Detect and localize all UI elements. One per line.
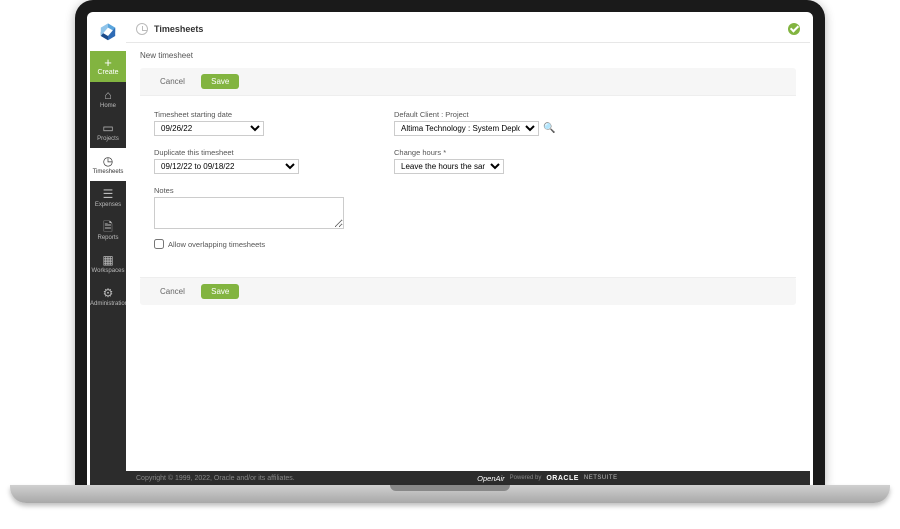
- starting-date-select[interactable]: 09/26/22: [154, 121, 264, 136]
- button-bar-bottom: Cancel Save: [140, 277, 796, 305]
- app-logo[interactable]: [90, 15, 126, 51]
- brand-netsuite: NETSUITE: [584, 475, 618, 481]
- laptop-notch: [390, 485, 510, 491]
- plus-icon: +: [90, 56, 126, 69]
- cancel-button-bottom[interactable]: Cancel: [152, 284, 193, 299]
- breadcrumb: New timesheet: [126, 43, 810, 68]
- form-column-right: Default Client : Project Altima Technolo…: [394, 106, 644, 249]
- cancel-button[interactable]: Cancel: [152, 74, 193, 89]
- create-label: Create: [90, 69, 126, 76]
- overlap-checkbox[interactable]: [154, 239, 164, 249]
- notes-label: Notes: [154, 186, 364, 195]
- button-bar-top: Cancel Save: [140, 68, 796, 96]
- clock-icon: ◷: [90, 155, 126, 167]
- copyright-text: Copyright © 1999, 2022, Oracle and/or it…: [136, 475, 295, 482]
- sidebar-item-label: Home: [90, 103, 126, 109]
- page-title: Timesheets: [154, 24, 203, 34]
- brand-openair: OpenAir: [477, 474, 505, 483]
- powered-by-text: Powered by: [510, 475, 542, 481]
- client-label: Default Client : Project: [394, 110, 644, 119]
- overlap-label: Allow overlapping timesheets: [168, 240, 265, 249]
- main-panel: Timesheets New timesheet Cancel Save Tim…: [126, 15, 810, 485]
- form-card: Cancel Save Timesheet starting date 09/2…: [140, 68, 796, 263]
- form-column-left: Timesheet starting date 09/26/22 Duplica…: [154, 106, 364, 249]
- sidebar-item-timesheets[interactable]: ◷ Timesheets: [90, 148, 126, 181]
- status-badge[interactable]: [788, 23, 800, 35]
- brand-oracle: ORACLE: [546, 475, 579, 482]
- sidebar-item-label: Projects: [90, 136, 126, 142]
- sidebar: + Create ⌂ Home ▭ Projects ◷ Timesheets …: [90, 15, 126, 485]
- home-icon: ⌂: [90, 89, 126, 101]
- sidebar-item-label: Administration: [90, 301, 126, 307]
- projects-icon: ▭: [90, 122, 126, 134]
- change-hours-label: Change hours *: [394, 148, 644, 157]
- sidebar-item-label: Reports: [90, 235, 126, 241]
- logo-icon: [96, 21, 120, 45]
- footer: Copyright © 1999, 2022, Oracle and/or it…: [126, 471, 810, 485]
- reports-icon: 🗎: [90, 221, 126, 233]
- sidebar-item-label: Timesheets: [90, 169, 126, 175]
- sidebar-item-administration[interactable]: ⚙ Administration: [90, 280, 126, 313]
- save-button[interactable]: Save: [201, 74, 239, 89]
- sidebar-item-workspaces[interactable]: ▦ Workspaces: [90, 247, 126, 280]
- form-body: Timesheet starting date 09/26/22 Duplica…: [140, 96, 796, 263]
- sidebar-item-label: Workspaces: [90, 268, 126, 274]
- sidebar-item-reports[interactable]: 🗎 Reports: [90, 214, 126, 247]
- gear-icon: ⚙: [90, 287, 126, 299]
- duplicate-label: Duplicate this timesheet: [154, 148, 364, 157]
- laptop-frame: + Create ⌂ Home ▭ Projects ◷ Timesheets …: [75, 0, 825, 485]
- notes-textarea[interactable]: [154, 197, 344, 229]
- clock-icon: [136, 23, 148, 35]
- duplicate-select[interactable]: 09/12/22 to 09/18/22: [154, 159, 299, 174]
- sidebar-item-home[interactable]: ⌂ Home: [90, 82, 126, 115]
- expenses-icon: ☰: [90, 188, 126, 200]
- client-project-select[interactable]: Altima Technology : System Deployment - …: [394, 121, 539, 136]
- starting-date-label: Timesheet starting date: [154, 110, 364, 119]
- page-header: Timesheets: [126, 15, 810, 43]
- sidebar-item-projects[interactable]: ▭ Projects: [90, 115, 126, 148]
- app-root: + Create ⌂ Home ▭ Projects ◷ Timesheets …: [90, 15, 810, 485]
- save-button-bottom[interactable]: Save: [201, 284, 239, 299]
- sidebar-item-label: Expenses: [90, 202, 126, 208]
- form-card-footer: Cancel Save: [140, 277, 796, 305]
- laptop-base: [10, 485, 890, 503]
- sidebar-item-expenses[interactable]: ☰ Expenses: [90, 181, 126, 214]
- workspaces-icon: ▦: [90, 254, 126, 266]
- create-button[interactable]: + Create: [90, 51, 126, 82]
- change-hours-select[interactable]: Leave the hours the same: [394, 159, 504, 174]
- search-icon[interactable]: 🔍: [543, 123, 555, 134]
